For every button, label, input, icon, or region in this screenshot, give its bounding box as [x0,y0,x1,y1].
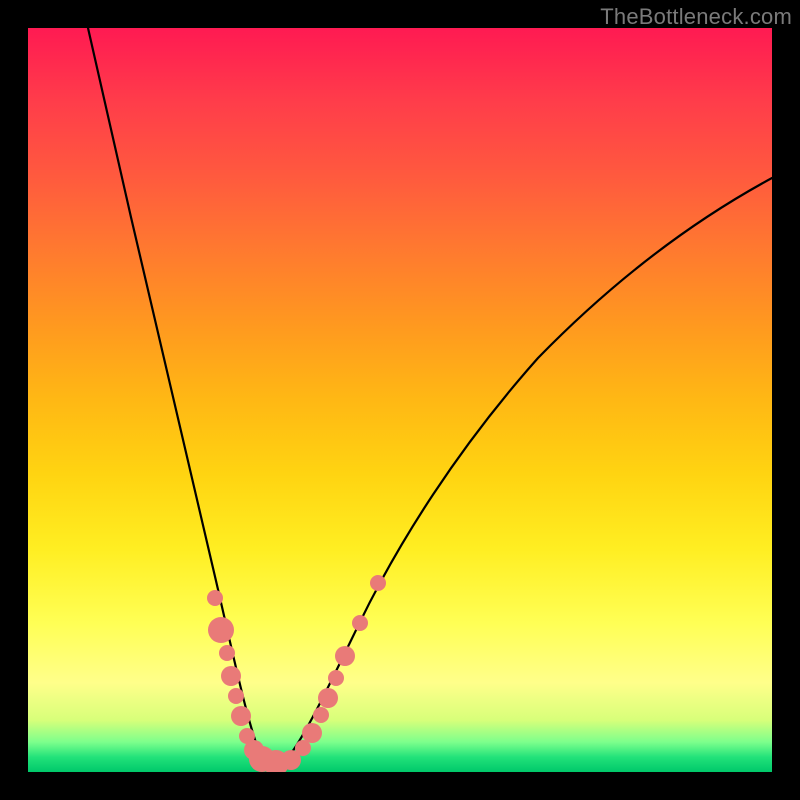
marker-dot [221,666,241,686]
chart-svg-dots [28,28,772,772]
marker-dot [228,688,244,704]
marker-dot [370,575,386,591]
marker-dot [208,617,234,643]
chart-frame: TheBottleneck.com [0,0,800,800]
marker-dot [219,645,235,661]
marker-dot [328,670,344,686]
marker-dot [313,707,329,723]
marker-dot [231,706,251,726]
plot-area [28,28,772,772]
marker-dot [302,723,322,743]
marker-dot [207,590,223,606]
marker-dot [335,646,355,666]
marker-dots-correct [207,575,386,772]
marker-dot [352,615,368,631]
watermark-text: TheBottleneck.com [600,4,792,30]
marker-dot [318,688,338,708]
